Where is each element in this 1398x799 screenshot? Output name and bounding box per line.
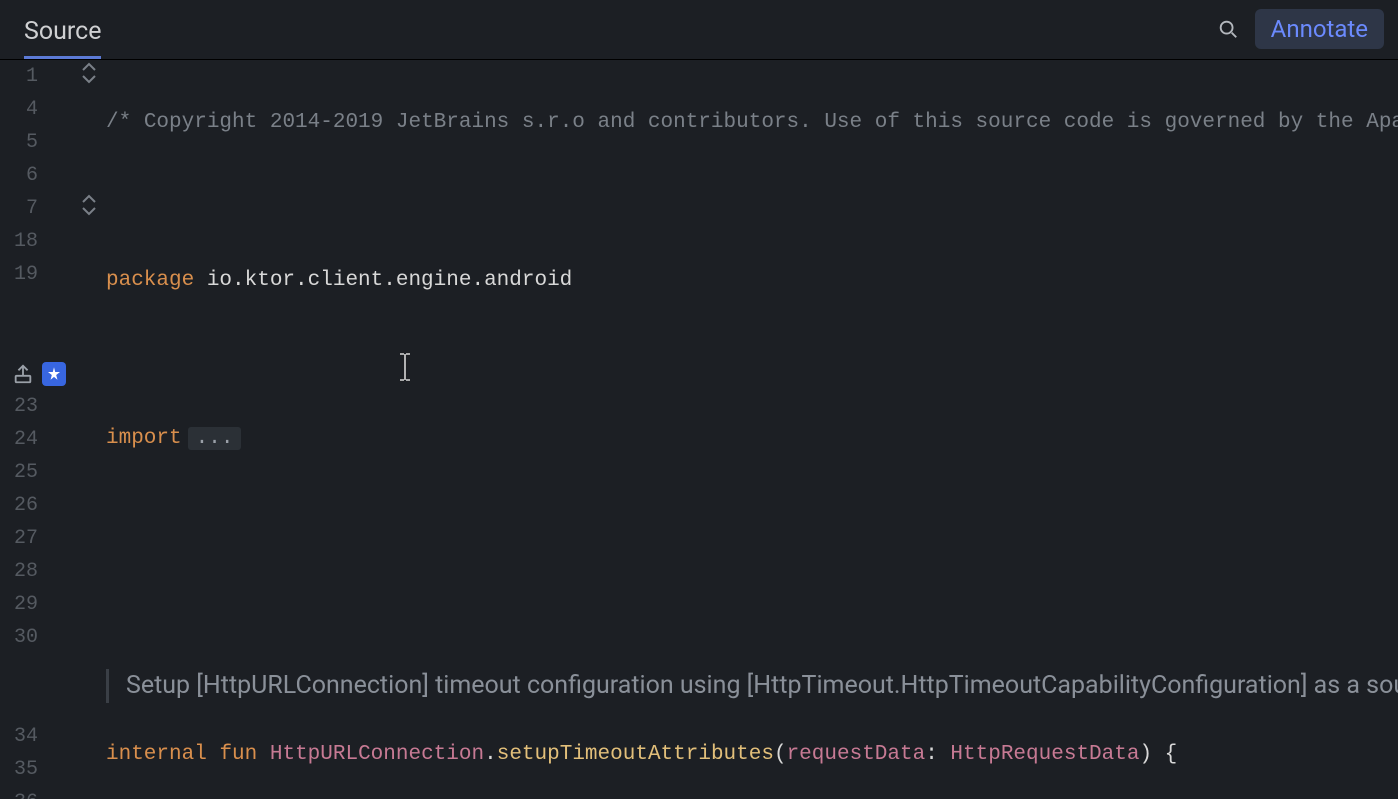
param-type: HttpRequestData <box>950 743 1139 766</box>
function-name: setupTimeoutAttributes <box>497 743 774 766</box>
annotate-button[interactable]: Annotate <box>1255 9 1384 49</box>
package-path: io.ktor.client.engine.android <box>194 269 572 292</box>
colon: : <box>925 743 950 766</box>
keyword-internal: internal <box>106 743 207 766</box>
comment-text: Copyright 2014-2019 JetBrains s.r.o and … <box>131 111 1398 134</box>
line-number: 29 <box>0 588 38 621</box>
line-number: 23 <box>0 390 38 423</box>
folded-ellipsis[interactable]: ... <box>188 427 242 450</box>
gutter-line-numbers: 1 4 5 6 7 18 19 23 24 25 26 27 28 29 30 … <box>0 60 46 799</box>
gutter-icons <box>46 60 106 799</box>
keyword-package: package <box>106 269 194 292</box>
search-icon[interactable] <box>1217 18 1239 40</box>
line-number: 25 <box>0 456 38 489</box>
top-right-controls: Annotate <box>1217 9 1384 59</box>
line-number: 24 <box>0 423 38 456</box>
line-number: 18 <box>0 225 38 258</box>
rparen-brace: ) { <box>1139 743 1177 766</box>
editor: 1 4 5 6 7 18 19 23 24 25 26 27 28 29 30 … <box>0 60 1398 799</box>
line-number: 26 <box>0 489 38 522</box>
line-number <box>0 654 38 720</box>
code-line: import... <box>106 422 1398 455</box>
comment-start: /* <box>106 111 131 134</box>
line-number <box>0 291 38 357</box>
line-number: 35 <box>0 753 38 786</box>
kdoc-block: Setup [HttpURLConnection] timeout config… <box>106 603 1398 669</box>
line-number: 34 <box>0 720 38 753</box>
code-line: /* Copyright 2014-2019 JetBrains s.r.o a… <box>106 106 1398 139</box>
receiver-type: HttpURLConnection <box>270 743 484 766</box>
line-number: 5 <box>0 126 38 159</box>
code-line-signature: internal fun HttpURLConnection.setupTime… <box>106 738 1398 771</box>
code-line: package io.ktor.client.engine.android <box>106 264 1398 297</box>
code-area[interactable]: /* Copyright 2014-2019 JetBrains s.r.o a… <box>106 60 1398 799</box>
fold-icon[interactable] <box>80 60 98 93</box>
keyword-import: import <box>106 427 182 450</box>
line-number: 30 <box>0 621 38 654</box>
line-number: 19 <box>0 258 38 291</box>
gutter-actions <box>12 357 66 390</box>
kdoc-text: Setup [HttpURLConnection] timeout config… <box>106 669 1386 703</box>
code-line <box>106 501 1398 534</box>
fold-icon[interactable] <box>80 192 98 225</box>
dot: . <box>484 743 497 766</box>
top-bar: Source Annotate <box>0 0 1398 60</box>
param-name: requestData <box>787 743 926 766</box>
code-line <box>106 185 1398 218</box>
line-number: 27 <box>0 522 38 555</box>
bookmark-star-icon[interactable] <box>42 362 66 386</box>
tab-source[interactable]: Source <box>24 3 101 59</box>
line-number: 7 <box>0 192 38 225</box>
line-number: 36 <box>0 786 38 799</box>
lparen: ( <box>774 743 787 766</box>
related-symbol-icon[interactable] <box>12 363 34 385</box>
line-number: 28 <box>0 555 38 588</box>
line-number: 4 <box>0 93 38 126</box>
line-number: 1 <box>0 60 38 93</box>
tabs: Source <box>24 0 101 59</box>
line-number: 6 <box>0 159 38 192</box>
keyword-fun: fun <box>219 743 257 766</box>
code-line <box>106 343 1398 376</box>
